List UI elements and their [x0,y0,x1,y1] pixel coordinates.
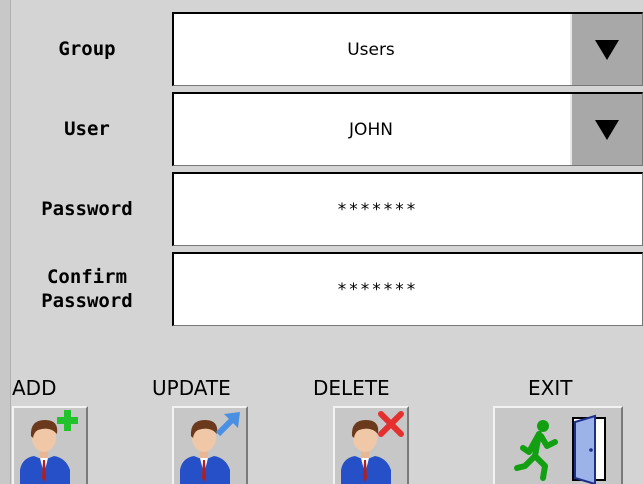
group-value: Users [347,39,395,60]
user-dropdown-button[interactable] [570,94,642,165]
add-label: ADD [12,376,57,400]
user-select[interactable]: JOHN [172,92,643,166]
confirm-password-label: Confirm Password [41,266,133,312]
confirm-password-value: ******* [337,279,419,300]
add-button[interactable] [12,406,88,484]
user-delete-icon [341,411,404,484]
confirm-password-field[interactable]: ******* [172,252,643,326]
group-select[interactable]: Users [172,12,643,86]
password-field[interactable]: ******* [172,172,643,246]
chevron-down-icon [595,119,619,140]
user-value: JOHN [349,119,393,140]
delete-button[interactable] [333,406,409,484]
password-value: ******* [337,199,419,220]
user-update-icon [180,412,240,484]
user-add-icon [20,410,78,484]
delete-label: DELETE [313,376,390,400]
exit-button[interactable] [493,406,623,484]
group-dropdown-button[interactable] [570,14,642,85]
update-button[interactable] [172,406,248,484]
chevron-down-icon [595,39,619,60]
exit-label: EXIT [528,376,573,400]
group-label: Group [58,38,116,60]
left-frame [0,0,11,484]
update-label: UPDATE [152,376,231,400]
exit-door-icon [514,414,606,484]
password-label: Password [41,198,133,220]
user-label: User [64,118,110,140]
